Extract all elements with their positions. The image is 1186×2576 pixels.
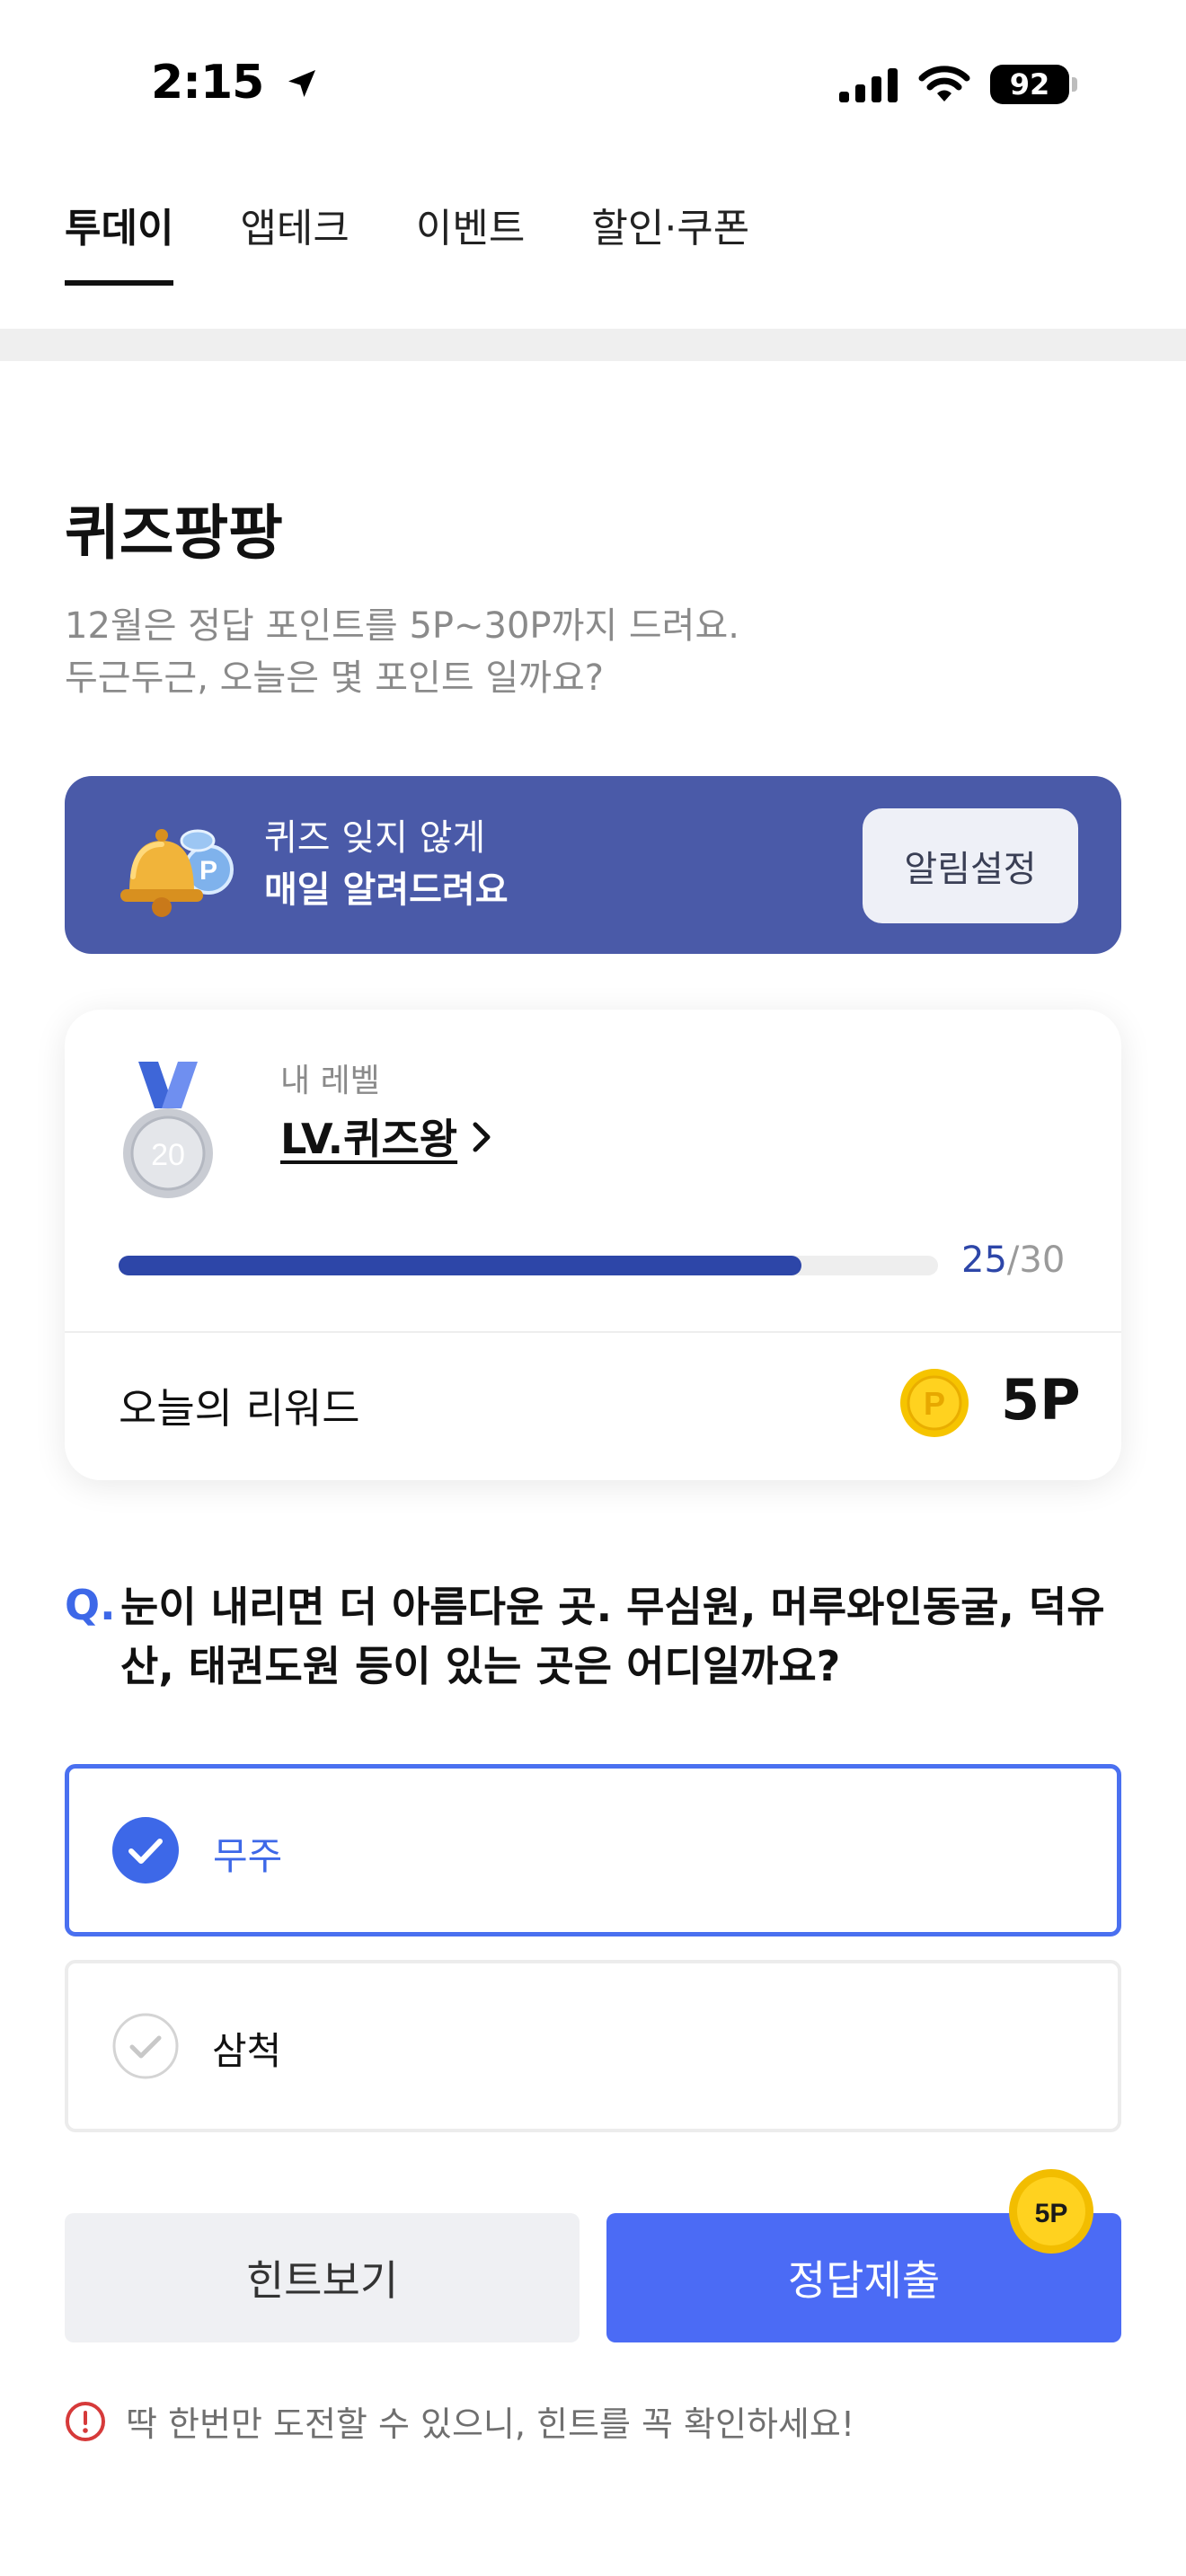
tab-today[interactable]: 투데이 [65, 196, 174, 286]
wifi-icon [918, 66, 970, 101]
reward-label: 오늘의 리워드 [119, 1384, 360, 1433]
page-title: 퀴즈팡팡 [65, 498, 283, 568]
answer-option-1[interactable]: 무주 [65, 1764, 1121, 1936]
card-divider [65, 1331, 1121, 1333]
level-name: LV.퀴즈왕 [280, 1115, 458, 1163]
subtitle-line-2: 두근두근, 오늘은 몇 포인트 일까요? [65, 657, 605, 699]
reward-value: 5P [1001, 1367, 1081, 1433]
check-circle-icon [112, 2013, 179, 2079]
point-coin-icon: P [900, 1369, 969, 1437]
page-subtitle: 12월은 정답 포인트를 5P~30P까지 드려요. 두근두근, 오늘은 몇 포… [65, 600, 739, 704]
level-progress-text: 25/30 [961, 1239, 1065, 1281]
notice-text: 딱 한번만 도전할 수 있으니, 힌트를 꼭 확인하세요! [126, 2404, 855, 2444]
alarm-settings-button[interactable]: 알림설정 [863, 808, 1078, 923]
cellular-signal-icon [839, 68, 898, 102]
level-progress-fill [119, 1256, 801, 1275]
banner-text: 퀴즈 잊지 않게 매일 알려드려요 [264, 812, 509, 916]
level-progress-bar [119, 1256, 938, 1275]
time-text: 2:15 [151, 56, 264, 110]
warning-icon [66, 2401, 105, 2441]
battery-indicator: 92 [990, 65, 1077, 104]
battery-tip [1072, 77, 1077, 92]
banner-line-1: 퀴즈 잊지 않게 [264, 817, 486, 859]
status-icons: 92 [839, 65, 1077, 104]
tab-apptech[interactable]: 앱테크 [240, 196, 349, 278]
my-level-caption: 내 레벨 [280, 1063, 380, 1099]
progress-total: /30 [1006, 1239, 1066, 1281]
tab-discount-coupon[interactable]: 할인·쿠폰 [591, 196, 749, 278]
svg-text:P: P [199, 856, 217, 886]
chevron-right-icon [473, 1122, 491, 1152]
banner-line-2: 매일 알려드려요 [264, 869, 509, 911]
bell-coin-icon: P [120, 829, 234, 917]
subtitle-line-1: 12월은 정답 포인트를 5P~30P까지 드려요. [65, 605, 739, 647]
badge-text: 5P [1035, 2199, 1068, 2228]
tab-event[interactable]: 이벤트 [416, 196, 525, 278]
status-time: 2:15 [151, 56, 320, 110]
question-text: 눈이 내리면 더 아름다운 곳. 무심원, 머루와인동굴, 덕유산, 태권도원 … [120, 1583, 1105, 1690]
answer-option-1-label: 무주 [213, 1834, 283, 1878]
answer-option-2-label: 삼척 [212, 2029, 282, 2073]
location-arrow-icon [288, 70, 316, 97]
top-tabs: 투데이 앱테크 이벤트 할인·쿠폰 [65, 196, 749, 286]
medal-number: 20 [151, 1138, 185, 1172]
progress-current: 25 [961, 1239, 1007, 1281]
check-circle-selected-icon [112, 1817, 179, 1883]
medal-icon: 20 [123, 1062, 213, 1198]
answer-option-2[interactable]: 삼척 [65, 1960, 1121, 2132]
point-badge: 5P [1009, 2169, 1093, 2254]
question-marker: Q. [65, 1581, 116, 1629]
notification-banner: P 퀴즈 잊지 않게 매일 알려드려요 알림설정 [65, 776, 1121, 954]
battery-level: 92 [990, 65, 1069, 104]
section-divider [0, 329, 1186, 361]
svg-text:P: P [924, 1385, 945, 1422]
level-card: 20 내 레벨 LV.퀴즈왕 25/30 오늘의 리워드 P 5P [65, 1010, 1121, 1480]
hint-button[interactable]: 힌트보기 [65, 2213, 580, 2342]
notice-message: 딱 한번만 도전할 수 있으니, 힌트를 꼭 확인하세요! [65, 2396, 854, 2446]
my-level-link[interactable]: LV.퀴즈왕 [280, 1107, 493, 1166]
